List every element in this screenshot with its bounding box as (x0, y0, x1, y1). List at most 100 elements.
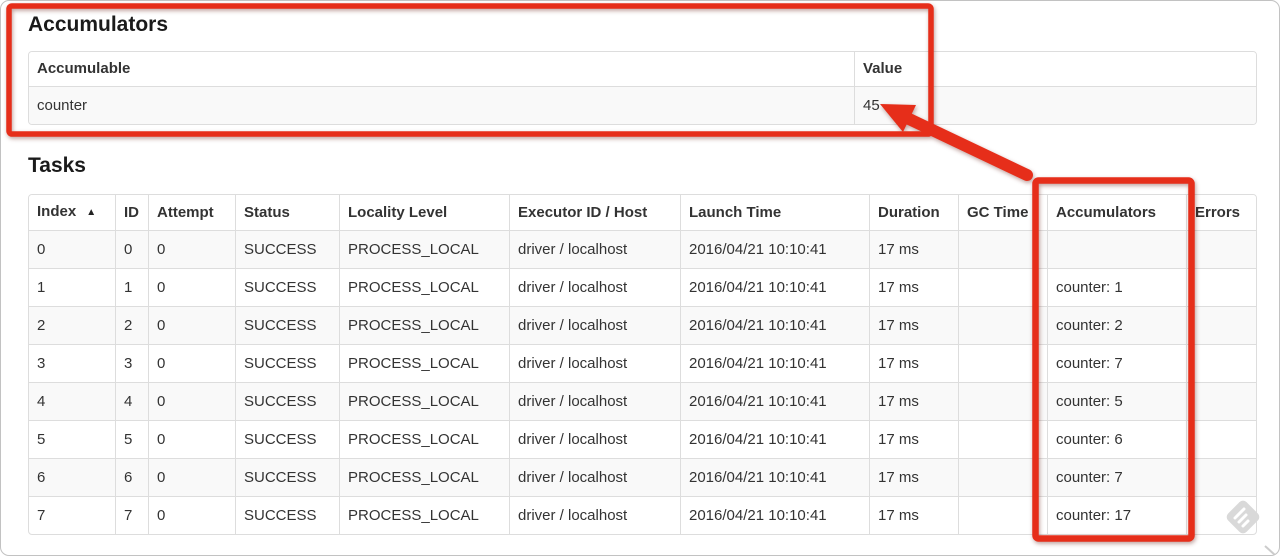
tasks-header-row: Index ▲ ID Attempt Status Locality Level Execu… (29, 195, 1256, 230)
cell: 2016/04/21 10:10:41 (680, 382, 869, 420)
sort-ascending-icon: ▲ (86, 207, 97, 218)
cell: SUCCESS (235, 458, 339, 496)
cell: driver / localhost (509, 420, 680, 458)
cell: 0 (148, 420, 235, 458)
cell: PROCESS_LOCAL (339, 230, 509, 268)
cell: 0 (148, 306, 235, 344)
cell: 17 ms (869, 344, 958, 382)
accumulators-section: Accumulators Accumulable Value counter 45 (1, 1, 1279, 125)
column-header-value: Value (854, 52, 1256, 86)
cell: PROCESS_LOCAL (339, 382, 509, 420)
cell: 4 (29, 382, 115, 420)
cell: 5 (29, 420, 115, 458)
table-row: counter 45 (29, 86, 1256, 124)
cell: 2016/04/21 10:10:41 (680, 458, 869, 496)
cell: 0 (148, 496, 235, 534)
cell: 7 (115, 496, 148, 534)
cell: counter: 6 (1047, 420, 1186, 458)
column-header-id[interactable]: ID (115, 195, 148, 230)
column-header-label: Executor ID / Host (518, 203, 648, 221)
cell: 2016/04/21 10:10:41 (680, 420, 869, 458)
cell: 7 (29, 496, 115, 534)
column-header-label: Locality Level (348, 203, 448, 221)
table-row: 3 3 0 SUCCESS PROCESS_LOCAL driver / localhos… (29, 344, 1256, 382)
table-row: 4 4 0 SUCCESS PROCESS_LOCAL driver / localhos… (29, 382, 1256, 420)
column-header-duration[interactable]: Duration (869, 195, 958, 230)
column-header-locality-level[interactable]: Locality Level (339, 195, 509, 230)
cell: 17 ms (869, 420, 958, 458)
cell (1186, 382, 1256, 420)
column-header-accumulators[interactable]: Accumulators (1047, 195, 1186, 230)
cell: 0 (148, 268, 235, 306)
cell: 3 (29, 344, 115, 382)
cell: PROCESS_LOCAL (339, 496, 509, 534)
spark-stage-detail-page: Accumulators Accumulable Value counter 45 … (0, 0, 1280, 556)
column-header-executor-id-host[interactable]: Executor ID / Host (509, 195, 680, 230)
cell: 0 (29, 230, 115, 268)
tasks-section: Tasks Index ▲ ID Attempt Status Locality Leve… (1, 153, 1279, 535)
cell: 2016/04/21 10:10:41 (680, 344, 869, 382)
column-header-label: Index (37, 203, 77, 220)
cell: 3 (115, 344, 148, 382)
cell: driver / localhost (509, 230, 680, 268)
cell: 0 (148, 230, 235, 268)
cell: 17 ms (869, 496, 958, 534)
cell: 17 ms (869, 268, 958, 306)
cell: SUCCESS (235, 344, 339, 382)
cell: 17 ms (869, 230, 958, 268)
cell: SUCCESS (235, 382, 339, 420)
cell: PROCESS_LOCAL (339, 344, 509, 382)
cell: counter: 2 (1047, 306, 1186, 344)
cell (958, 230, 1047, 268)
cell: 17 ms (869, 306, 958, 344)
cell (958, 306, 1047, 344)
cell: SUCCESS (235, 420, 339, 458)
cell: SUCCESS (235, 496, 339, 534)
cell: 2016/04/21 10:10:41 (680, 306, 869, 344)
cell: 45 (854, 86, 1256, 124)
cell (1186, 420, 1256, 458)
cell: 0 (148, 382, 235, 420)
cell: driver / localhost (509, 344, 680, 382)
cell: 2 (115, 306, 148, 344)
cell (958, 496, 1047, 534)
cell (1186, 458, 1256, 496)
column-header-status[interactable]: Status (235, 195, 339, 230)
column-header-attempt[interactable]: Attempt (148, 195, 235, 230)
cell (958, 458, 1047, 496)
cell: counter (29, 86, 854, 124)
column-header-label: ID (124, 203, 139, 221)
cell: counter: 1 (1047, 268, 1186, 306)
column-header-label: Launch Time (689, 203, 782, 221)
column-header-label: Accumulable (37, 60, 131, 77)
column-header-errors[interactable]: Errors (1186, 195, 1256, 230)
cell: counter: 5 (1047, 382, 1186, 420)
table-row: 2 2 0 SUCCESS PROCESS_LOCAL driver / localhos… (29, 306, 1256, 344)
corner-pen-mark (1264, 545, 1276, 555)
cell (1047, 230, 1186, 268)
column-header-gc-time[interactable]: GC Time (958, 195, 1047, 230)
cell: counter: 17 (1047, 496, 1186, 534)
table-row: 0 0 0 SUCCESS PROCESS_LOCAL driver / localhos… (29, 230, 1256, 268)
tasks-heading: Tasks (28, 154, 86, 177)
cell: driver / localhost (509, 382, 680, 420)
cell: driver / localhost (509, 496, 680, 534)
column-header-label: Errors (1195, 203, 1241, 221)
cell: 0 (115, 230, 148, 268)
table-row: 1 1 0 SUCCESS PROCESS_LOCAL driver / localhos… (29, 268, 1256, 306)
cell: 2016/04/21 10:10:41 (680, 496, 869, 534)
cell: 5 (115, 420, 148, 458)
cell: 2016/04/21 10:10:41 (680, 268, 869, 306)
column-header-launch-time[interactable]: Launch Time (680, 195, 869, 230)
column-header-index[interactable]: Index ▲ (29, 195, 115, 230)
cell: 2016/04/21 10:10:41 (680, 230, 869, 268)
cell (958, 382, 1047, 420)
accumulators-heading: Accumulators (28, 13, 169, 36)
cell: PROCESS_LOCAL (339, 420, 509, 458)
cell (1186, 306, 1256, 344)
column-header-label: Value (863, 60, 903, 77)
cell (1186, 268, 1256, 306)
cell: driver / localhost (509, 306, 680, 344)
column-header-label: Attempt (157, 203, 214, 221)
column-header-accumulable: Accumulable (29, 52, 854, 86)
